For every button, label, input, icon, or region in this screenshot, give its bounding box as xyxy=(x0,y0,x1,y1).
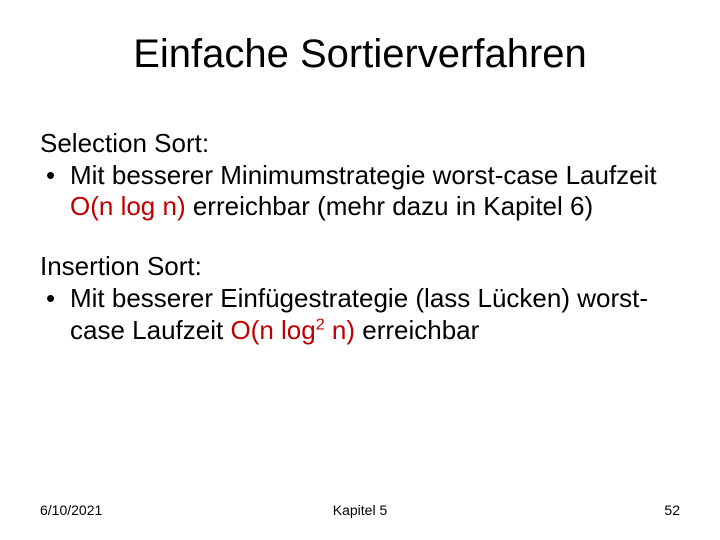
insertion-sort-bullet: • Mit besserer Einfügestrategie (lass Lü… xyxy=(40,283,680,346)
complexity-highlight: O(n log2 n) xyxy=(230,315,355,345)
hl-post: n) xyxy=(325,315,355,345)
hl-exponent: 2 xyxy=(316,315,325,333)
selection-sort-text: Mit besserer Minimumstrategie worst-case… xyxy=(70,160,680,223)
hl-pre: O(n log xyxy=(230,315,315,345)
complexity-highlight: O(n log n) xyxy=(70,191,186,221)
insertion-sort-heading: Insertion Sort: xyxy=(40,251,680,283)
footer-page-number: 52 xyxy=(664,502,680,518)
slide-body: Selection Sort: • Mit besserer Minimumst… xyxy=(40,128,680,346)
bullet-dot: • xyxy=(40,160,70,192)
slide-footer: 6/10/2021 Kapitel 5 52 xyxy=(40,502,680,518)
selection-sort-heading: Selection Sort: xyxy=(40,128,680,160)
footer-chapter: Kapitel 5 xyxy=(40,502,680,518)
spacer xyxy=(40,223,680,251)
text-run: erreichbar xyxy=(355,315,479,345)
slide-title: Einfache Sortierverfahren xyxy=(0,32,720,77)
selection-sort-bullet: • Mit besserer Minimumstrategie worst-ca… xyxy=(40,160,680,223)
bullet-dot: • xyxy=(40,283,70,315)
slide: Einfache Sortierverfahren Selection Sort… xyxy=(0,0,720,540)
footer-date: 6/10/2021 xyxy=(40,502,102,518)
text-run: erreichbar (mehr dazu in Kapitel 6) xyxy=(186,191,594,221)
text-run: Mit besserer Minimumstrategie worst-case… xyxy=(70,160,657,190)
insertion-sort-text: Mit besserer Einfügestrategie (lass Lück… xyxy=(70,283,680,346)
